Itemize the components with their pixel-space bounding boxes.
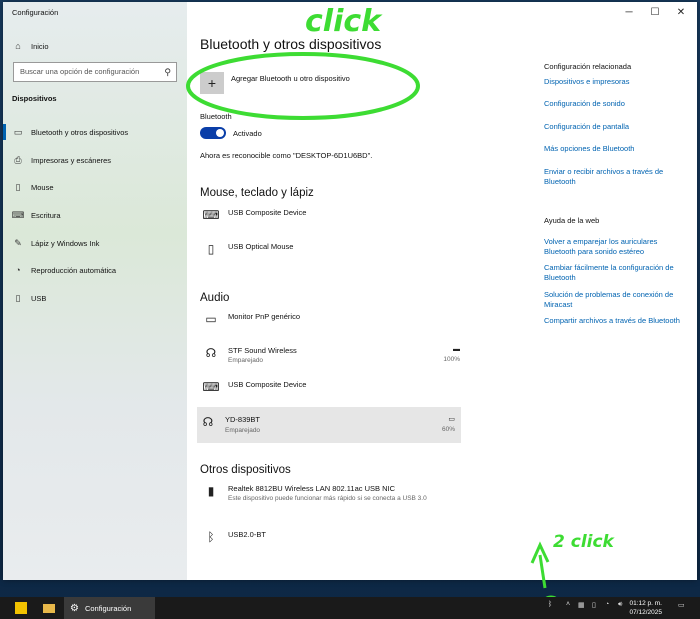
notifications-icon[interactable]: ▭ <box>678 601 685 609</box>
taskbar-settings-app[interactable]: ⚙ Configuración <box>64 597 155 619</box>
gear-icon: ⚙ <box>70 602 79 614</box>
annotation-2-click: 2 click <box>553 532 614 552</box>
annotation-overlay <box>186 52 562 617</box>
network-tray-icon[interactable]: ▦ <box>578 601 585 609</box>
annotation-circle <box>186 52 420 120</box>
sticky-notes-icon[interactable] <box>10 597 32 619</box>
bluetooth-tray-icon[interactable]: ᛒ <box>548 601 552 608</box>
clock-time: 01:12 p. m. <box>629 600 662 607</box>
volume-icon[interactable]: 🔊︎ <box>618 601 622 609</box>
taskbar-app-label: Configuración <box>84 603 132 613</box>
usb-tray-icon[interactable]: ▯ <box>592 601 596 609</box>
annotation-click: click <box>305 4 382 39</box>
wifi-tray-icon[interactable]: ◔ <box>605 601 609 608</box>
taskbar: ⚙ Configuración ᛒ ˄ ▦ ▯ ◔ 🔊︎ 01:12 p. m.… <box>0 597 700 619</box>
clock-date: 07/12/2025 <box>629 609 662 616</box>
taskbar-clock[interactable]: 01:12 p. m. 07/12/2025 <box>629 599 662 617</box>
chevron-up-icon[interactable]: ˄ <box>566 601 570 608</box>
annotation-arrow <box>530 541 550 589</box>
file-explorer-icon[interactable] <box>38 597 60 619</box>
